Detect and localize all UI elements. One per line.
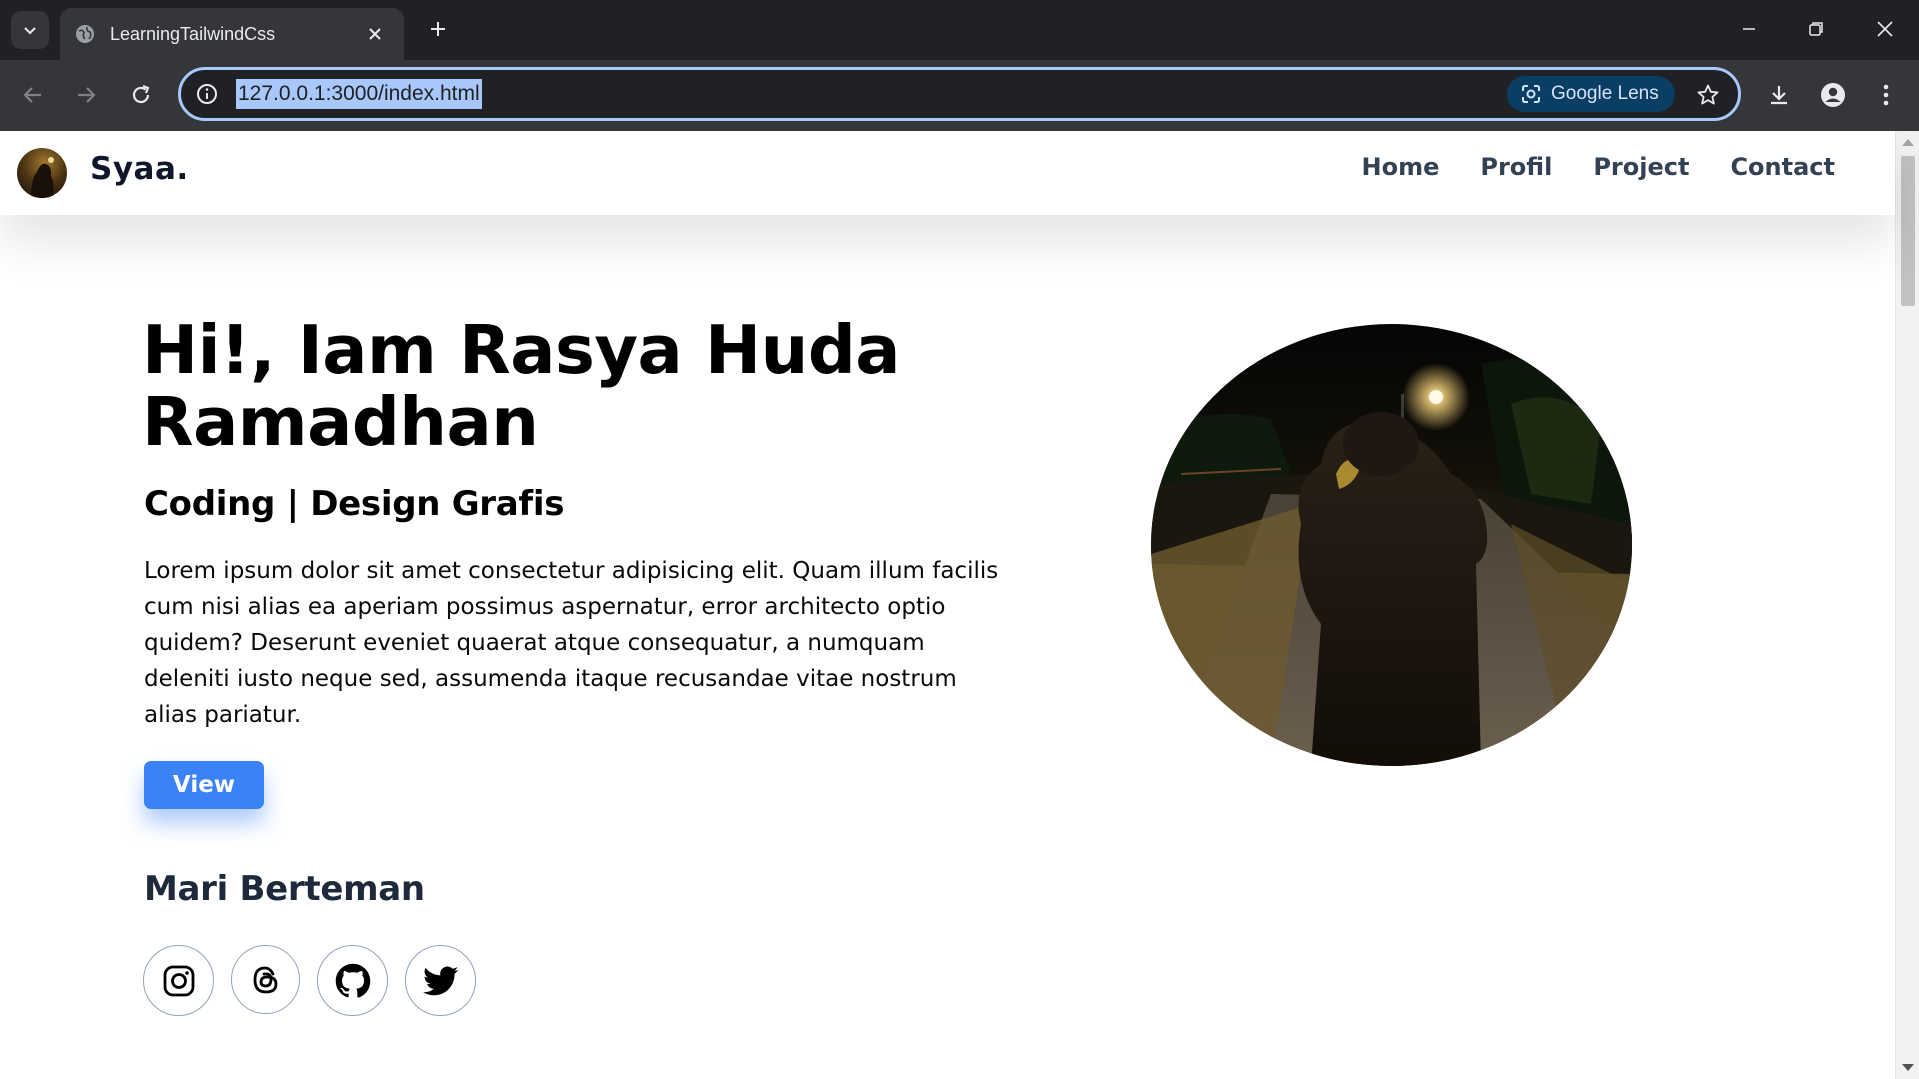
hero-section: Hi!, Iam Rasya Huda Ramadhan Coding | De… xyxy=(0,215,1895,1079)
scrollbar-thumb[interactable] xyxy=(1901,156,1915,306)
threads-icon xyxy=(253,966,277,993)
site-info-icon[interactable] xyxy=(195,82,219,106)
back-button[interactable] xyxy=(13,75,53,115)
nav-link-project[interactable]: Project xyxy=(1593,153,1689,181)
arrow-left-icon xyxy=(23,87,41,103)
minimize-button[interactable] xyxy=(1727,10,1771,48)
lens-label: Google Lens xyxy=(1551,83,1659,104)
arrow-right-icon xyxy=(78,87,96,103)
close-icon xyxy=(1877,21,1893,37)
main-nav: Home Profil Project Contact xyxy=(1321,153,1835,181)
scroll-down-arrow-icon[interactable] xyxy=(1902,1064,1914,1071)
minimize-icon xyxy=(1743,28,1755,30)
github-icon xyxy=(335,963,370,998)
hero-description: Lorem ipsum dolor sit amet consectetur a… xyxy=(144,558,999,728)
profile-button[interactable] xyxy=(1813,75,1853,115)
profile-icon xyxy=(1821,83,1845,107)
download-icon xyxy=(1771,86,1787,105)
social-section-title: Mari Berteman xyxy=(144,869,425,909)
chevron-down-icon xyxy=(24,27,36,35)
close-tab-icon[interactable] xyxy=(360,19,390,49)
reload-button[interactable] xyxy=(121,75,161,115)
more-vertical-icon xyxy=(1883,84,1889,106)
restore-button[interactable] xyxy=(1794,10,1838,48)
view-button[interactable]: View xyxy=(144,761,264,809)
threads-link[interactable] xyxy=(231,945,300,1014)
globe-icon xyxy=(74,23,96,45)
hero-title: Hi!, Iam Rasya Huda Ramadhan xyxy=(142,311,901,461)
nav-link-contact[interactable]: Contact xyxy=(1730,153,1835,181)
url-text[interactable]: 127.0.0.1:3000/index.html xyxy=(236,79,482,109)
google-lens-button[interactable]: Google Lens xyxy=(1507,76,1675,112)
plus-icon xyxy=(431,22,445,36)
twitter-link[interactable] xyxy=(405,945,476,1016)
lens-icon xyxy=(1519,82,1543,106)
browser-toolbar: 127.0.0.1:3000/index.html Google Lens xyxy=(0,60,1919,131)
bookmark-star-icon[interactable] xyxy=(1693,80,1723,110)
forward-button[interactable] xyxy=(66,75,106,115)
profile-photo xyxy=(1151,324,1632,766)
page-viewport: Syaa. Home Profil Project Contact Hi!, I… xyxy=(0,131,1919,1079)
tab-search-button[interactable] xyxy=(11,11,49,49)
tab-title: LearningTailwindCss xyxy=(110,23,276,44)
menu-button[interactable] xyxy=(1866,75,1906,115)
instagram-icon xyxy=(163,965,194,996)
scroll-up-arrow-icon[interactable] xyxy=(1902,139,1914,146)
tab-strip: LearningTailwindCss xyxy=(0,0,1919,60)
avatar[interactable] xyxy=(17,148,67,198)
reload-icon xyxy=(132,84,150,104)
new-tab-button[interactable] xyxy=(422,13,454,45)
brand-logo[interactable]: Syaa. xyxy=(90,151,189,187)
nav-link-profil[interactable]: Profil xyxy=(1480,153,1552,181)
nav-link-home[interactable]: Home xyxy=(1362,153,1440,181)
vertical-scrollbar[interactable] xyxy=(1895,131,1919,1079)
instagram-link[interactable] xyxy=(143,945,214,1016)
twitter-icon xyxy=(422,965,458,995)
social-links xyxy=(143,945,493,1016)
hero-subtitle: Coding | Design Grafis xyxy=(144,484,565,524)
restore-icon xyxy=(1809,22,1823,36)
close-window-button[interactable] xyxy=(1863,10,1907,48)
site-header: Syaa. Home Profil Project Contact xyxy=(0,131,1895,215)
browser-tab-active[interactable]: LearningTailwindCss xyxy=(60,8,404,60)
downloads-button[interactable] xyxy=(1759,75,1799,115)
github-link[interactable] xyxy=(317,945,388,1016)
address-bar[interactable]: 127.0.0.1:3000/index.html Google Lens xyxy=(178,67,1741,121)
